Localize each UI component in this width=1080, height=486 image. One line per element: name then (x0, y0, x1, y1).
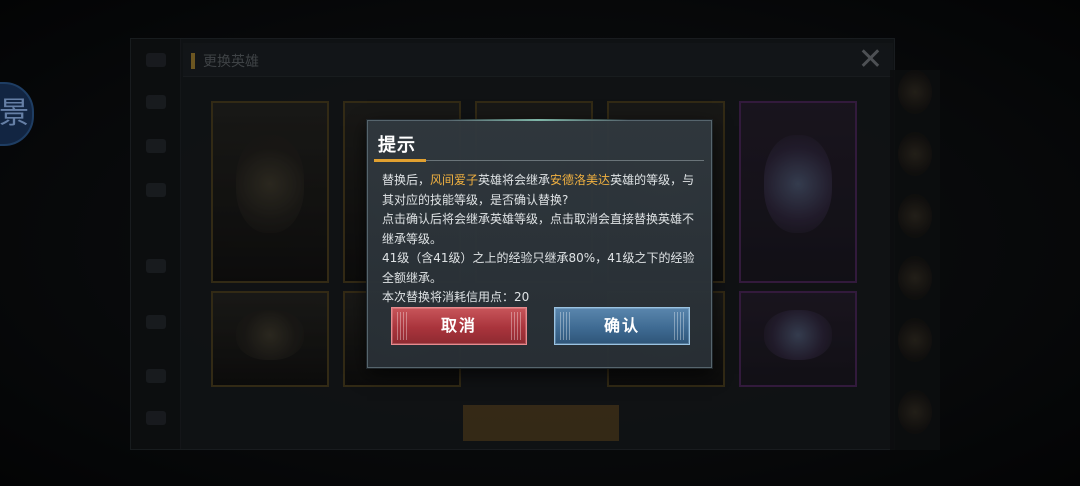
button-decoration (397, 312, 407, 340)
message-cost: 本次替换将消耗信用点：20 (382, 290, 530, 304)
button-decoration (511, 312, 521, 340)
message-paragraph-3: 41级（含41级）之上的经验只继承80%，41级之下的经验全额继承。 (382, 251, 695, 285)
game-screen: 景 更换英雄 ✕ 提示 替换后，风间爱子英雄将会继承安德洛美达英雄的等级，与其对… (0, 0, 1080, 486)
title-accent-bar (374, 159, 426, 162)
hero-name-source: 风间爱子 (430, 173, 479, 187)
dialog-title: 提示 (378, 135, 416, 156)
dialog-message: 替换后，风间爱子英雄将会继承安德洛美达英雄的等级，与其对应的技能等级，是否确认替… (382, 171, 704, 308)
button-decoration (674, 312, 684, 340)
title-divider (426, 160, 704, 161)
message-text: 英雄将会继承 (478, 173, 551, 187)
confirm-button[interactable]: 确认 (554, 307, 690, 345)
confirm-button-label: 确认 (603, 316, 640, 335)
cancel-button-label: 取消 (440, 316, 477, 335)
hero-name-target: 安德洛美达 (550, 173, 611, 187)
message-paragraph-1: 替换后，风间爱子英雄将会继承安德洛美达英雄的等级，与其对应的技能等级，是否确认替… (382, 171, 704, 210)
cancel-button[interactable]: 取消 (391, 307, 527, 345)
message-text: 替换后， (382, 173, 431, 187)
message-paragraph-2: 点击确认后将会继承英雄等级，点击取消会直接替换英雄不继承等级。 (382, 212, 695, 246)
confirm-dialog: 提示 替换后，风间爱子英雄将会继承安德洛美达英雄的等级，与其对应的技能等级，是否… (367, 119, 712, 368)
button-decoration (560, 312, 570, 340)
